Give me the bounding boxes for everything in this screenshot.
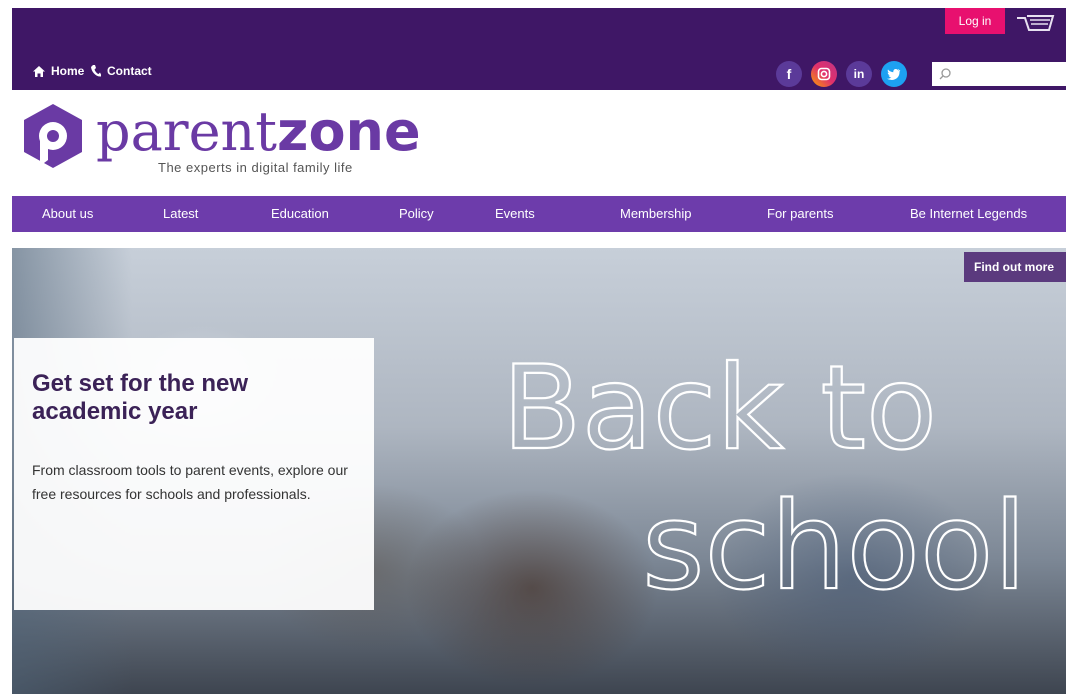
search-box[interactable] bbox=[932, 62, 1066, 86]
nav-policy[interactable]: Policy bbox=[399, 206, 434, 221]
search-input[interactable] bbox=[956, 62, 1060, 86]
nav-about-us[interactable]: About us bbox=[42, 206, 93, 221]
facebook-icon[interactable]: f bbox=[776, 61, 802, 87]
back-to-school-chalk-text: Back to school bbox=[501, 340, 1028, 618]
chalk-line-2: school bbox=[642, 478, 1027, 617]
nav-events[interactable]: Events bbox=[495, 206, 535, 221]
phone-icon bbox=[91, 65, 101, 77]
login-button[interactable]: Log in bbox=[945, 8, 1005, 34]
tagline: The experts in digital family life bbox=[158, 160, 353, 175]
linkedin-icon[interactable]: in bbox=[846, 61, 872, 87]
contact-link[interactable]: Contact bbox=[90, 64, 152, 78]
site-logo[interactable]: parentzone The experts in digital family… bbox=[18, 100, 421, 181]
twitter-icon[interactable] bbox=[881, 61, 907, 87]
nav-for-parents[interactable]: For parents bbox=[767, 206, 833, 221]
chalk-line-1: Back to bbox=[502, 341, 937, 476]
hero-card: Get set for the new academic year From c… bbox=[14, 338, 374, 610]
hero-banner: Back to school Find out more Get set for… bbox=[12, 248, 1066, 694]
nav-latest[interactable]: Latest bbox=[163, 206, 198, 221]
instagram-icon[interactable] bbox=[811, 61, 837, 87]
nav-be-internet-legends[interactable]: Be Internet Legends bbox=[910, 206, 1027, 221]
hero-title: Get set for the new academic year bbox=[32, 370, 249, 425]
find-out-more-button[interactable]: Find out more bbox=[964, 252, 1066, 282]
nav-membership[interactable]: Membership bbox=[620, 206, 692, 221]
home-icon bbox=[33, 65, 45, 77]
home-link[interactable]: Home bbox=[32, 64, 84, 78]
home-label: Home bbox=[51, 64, 85, 78]
parentzone-logo-icon bbox=[24, 104, 82, 168]
search-icon bbox=[939, 68, 951, 80]
main-navigation: About us Latest Education Policy Events … bbox=[12, 196, 1066, 232]
contact-label: Contact bbox=[107, 64, 152, 78]
nav-education[interactable]: Education bbox=[271, 206, 329, 221]
hero-body: From classroom tools to parent events, e… bbox=[32, 462, 348, 502]
top-bar: Log in Home Contact f in bbox=[12, 8, 1066, 90]
logo-parent-text: parent bbox=[96, 100, 278, 163]
shopping-cart-icon[interactable] bbox=[1015, 10, 1055, 39]
logo-zone-text: zone bbox=[277, 100, 421, 163]
